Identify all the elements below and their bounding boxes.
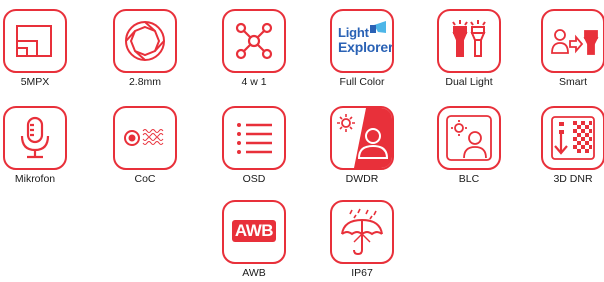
light-explorer-logo: Light Explorer bbox=[330, 9, 394, 73]
feature-3d-dnr: 3D DNR bbox=[541, 106, 604, 188]
feature-smart: Smart bbox=[541, 9, 604, 91]
smart-dual-light-icon bbox=[541, 9, 604, 73]
resolution-icon bbox=[3, 9, 67, 73]
feature-label: Full Color bbox=[339, 76, 385, 88]
feature-dual-light: Dual Light bbox=[437, 9, 501, 91]
feature-5mpx: 5MPX bbox=[3, 9, 67, 91]
lens-aperture-icon bbox=[113, 9, 177, 73]
coc-icon bbox=[113, 106, 177, 170]
flashlight-beam-icon bbox=[370, 21, 386, 33]
feature-4in1: 4 w 1 bbox=[222, 9, 286, 91]
feature-label: 2.8mm bbox=[128, 76, 162, 88]
3d-dnr-icon bbox=[541, 106, 604, 170]
feature-label: AWB bbox=[242, 267, 266, 279]
hub-network-icon bbox=[222, 9, 286, 73]
feature-label: CoC bbox=[134, 173, 156, 185]
feature-coc: CoC bbox=[113, 106, 177, 188]
microphone-icon bbox=[3, 106, 67, 170]
feature-label: DWDR bbox=[345, 173, 379, 185]
ip67-umbrella-icon bbox=[330, 200, 394, 264]
feature-lens: 2.8mm bbox=[113, 9, 177, 91]
feature-awb: AWB AWB bbox=[222, 200, 286, 282]
feature-ip67: IP67 bbox=[330, 200, 394, 282]
feature-blc: BLC bbox=[437, 106, 501, 188]
awb-icon: AWB bbox=[222, 200, 286, 264]
dual-light-icon bbox=[437, 9, 501, 73]
awb-badge: AWB bbox=[232, 220, 276, 242]
feature-full-color: Light Explorer Full Color bbox=[330, 9, 394, 91]
feature-label: OSD bbox=[242, 173, 266, 185]
feature-label: 3D DNR bbox=[553, 173, 593, 185]
feature-microphone: Mikrofon bbox=[3, 106, 67, 188]
feature-osd: OSD bbox=[222, 106, 286, 188]
feature-label: 4 w 1 bbox=[241, 76, 267, 88]
dwdr-icon bbox=[330, 106, 394, 170]
feature-dwdr: DWDR bbox=[330, 106, 394, 188]
osd-list-icon bbox=[222, 106, 286, 170]
feature-label: IP67 bbox=[351, 267, 373, 279]
feature-label: Smart bbox=[558, 76, 587, 88]
blc-icon bbox=[437, 106, 501, 170]
